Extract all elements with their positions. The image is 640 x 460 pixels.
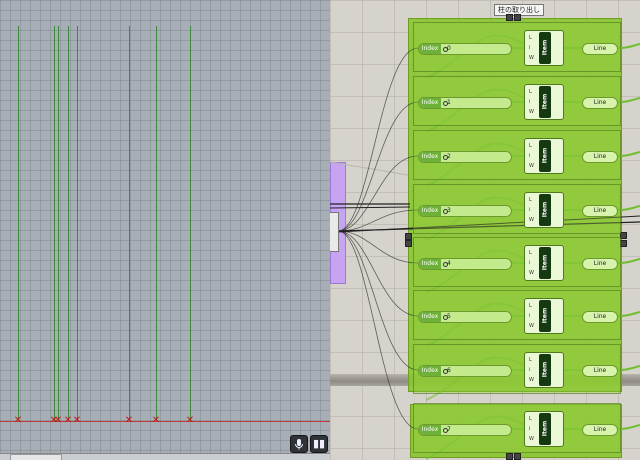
column-line [54, 26, 55, 422]
index-slider[interactable]: Index 6 [418, 365, 512, 377]
line-param[interactable]: Line [582, 311, 618, 323]
point-marker: ✕ [72, 415, 82, 426]
item-label: Item [541, 147, 549, 164]
slider-label: Index [419, 152, 441, 162]
list-item-component[interactable]: L i W Item [524, 411, 564, 447]
line-param[interactable]: Line [582, 365, 618, 377]
slider-value: 2 [447, 153, 451, 160]
column-line [77, 26, 78, 422]
pause-icon[interactable]: ▮▮ [310, 435, 328, 453]
line-param[interactable]: Line [582, 205, 618, 217]
slider-value: 5 [447, 313, 451, 320]
slider-value: 6 [447, 367, 451, 374]
list-item-component[interactable]: L i W Item [524, 138, 564, 174]
slider-label: Index [419, 98, 441, 108]
slider-label: Index [419, 44, 441, 54]
point-marker: ✕ [151, 415, 161, 426]
point-marker: ✕ [124, 415, 134, 426]
viewport-tab[interactable] [10, 454, 62, 460]
index-slider[interactable]: Index 3 [418, 205, 512, 217]
index-slider[interactable]: Index 4 [418, 258, 512, 270]
line-param[interactable]: Line [582, 43, 618, 55]
slider-label: Index [419, 259, 441, 269]
item-label: Item [541, 361, 549, 378]
slider-label: Index [419, 312, 441, 322]
list-item-component[interactable]: L i W Item [524, 352, 564, 388]
slider-label: Index [419, 366, 441, 376]
line-param[interactable]: Line [582, 97, 618, 109]
microphone-icon[interactable] [290, 435, 308, 453]
index-slider[interactable]: Index 7 [418, 424, 512, 436]
item-inputs: L i W [529, 303, 534, 329]
column-line [18, 26, 19, 422]
index-slider[interactable]: Index 1 [418, 97, 512, 109]
grasshopper-canvas[interactable]: 柱の取り出し Index 0L i W Item Line Index 1L i W… [330, 0, 640, 460]
slider-value: 7 [447, 426, 451, 433]
column-line [129, 26, 130, 422]
column-line [68, 26, 69, 422]
item-inputs: L i W [529, 197, 534, 223]
item-label: Item [541, 420, 549, 437]
item-core: Item [539, 413, 551, 445]
item-inputs: L i W [529, 250, 534, 276]
slider-value: 0 [447, 45, 451, 52]
point-marker: ✕ [13, 415, 23, 426]
point-marker: ✕ [185, 415, 195, 426]
column-line [190, 26, 191, 422]
item-inputs: L i W [529, 35, 534, 61]
item-core: Item [539, 354, 551, 386]
index-slider[interactable]: Index 2 [418, 151, 512, 163]
source-component[interactable] [330, 212, 339, 252]
item-label: Item [541, 93, 549, 110]
slider-label: Index [419, 425, 441, 435]
list-item-component[interactable]: L i W Item [524, 245, 564, 281]
item-label: Item [541, 254, 549, 271]
item-label: Item [541, 201, 549, 218]
slider-value: 3 [447, 207, 451, 214]
item-core: Item [539, 32, 551, 64]
slider-value: 4 [447, 260, 451, 267]
item-label: Item [541, 39, 549, 56]
pause-glyph: ▮▮ [312, 437, 326, 450]
index-slider[interactable]: Index 5 [418, 311, 512, 323]
list-item-component[interactable]: L i W Item [524, 30, 564, 66]
item-core: Item [539, 86, 551, 118]
item-inputs: L i W [529, 416, 534, 442]
item-inputs: L i W [529, 143, 534, 169]
list-item-component[interactable]: L i W Item [524, 298, 564, 334]
item-core: Item [539, 300, 551, 332]
list-item-component[interactable]: L i W Item [524, 84, 564, 120]
list-item-component[interactable]: L i W Item [524, 192, 564, 228]
slider-label: Index [419, 206, 441, 216]
line-param[interactable]: Line [582, 258, 618, 270]
item-core: Item [539, 194, 551, 226]
item-inputs: L i W [529, 89, 534, 115]
item-core: Item [539, 247, 551, 279]
column-line [58, 26, 59, 422]
slider-value: 1 [447, 99, 451, 106]
line-param[interactable]: Line [582, 151, 618, 163]
item-label: Item [541, 307, 549, 324]
column-line [156, 26, 157, 422]
point-marker: ✕ [53, 415, 63, 426]
index-slider[interactable]: Index 0 [418, 43, 512, 55]
rhino-viewport[interactable]: ✕ ✕ ✕ ✕ ✕ ✕ ✕ ✕ ▮▮ [0, 0, 330, 460]
item-core: Item [539, 140, 551, 172]
line-param[interactable]: Line [582, 424, 618, 436]
item-inputs: L i W [529, 357, 534, 383]
